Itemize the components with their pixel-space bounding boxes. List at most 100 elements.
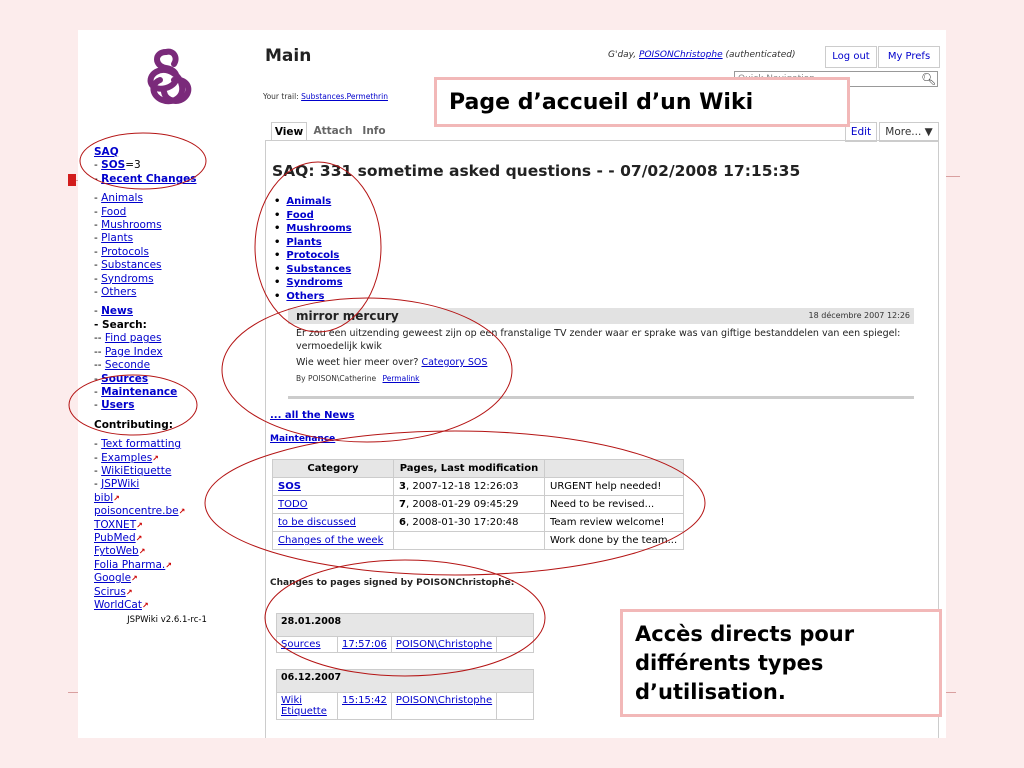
tab-view[interactable]: View: [271, 122, 307, 141]
sidebar-item-food[interactable]: Food: [101, 206, 126, 218]
category-protocols[interactable]: Protocols: [286, 250, 339, 261]
page-count: 7: [399, 499, 406, 510]
table-row: to be discussed 6, 2008-01-30 17:20:48 T…: [272, 513, 684, 532]
column-header: [544, 459, 684, 478]
prefs-button[interactable]: My Prefs: [878, 46, 940, 68]
sidebar-item-google[interactable]: Google: [94, 572, 131, 584]
sidebar-item-maintenance[interactable]: Maintenance: [101, 386, 177, 398]
sidebar-item-syndroms[interactable]: Syndroms: [101, 273, 153, 285]
all-news-link[interactable]: ... all the News: [270, 410, 354, 421]
wiki-logo: [147, 48, 192, 105]
category-food[interactable]: Food: [286, 210, 313, 221]
maintenance-category-link[interactable]: Changes of the week: [278, 535, 383, 546]
category-plants[interactable]: Plants: [286, 237, 321, 248]
news-question: Wie weet hier meer over?: [296, 357, 419, 368]
maintenance-note: Need to be revised...: [544, 495, 684, 514]
change-author-link[interactable]: POISON\Christophe: [396, 639, 492, 650]
permalink[interactable]: Permalink: [382, 374, 419, 383]
change-time-link[interactable]: 15:15:42: [342, 695, 387, 706]
contributing-label: Contributing:: [94, 418, 173, 431]
sidebar-item-toxnet[interactable]: TOXNET: [94, 519, 136, 531]
maintenance-note: URGENT help needed!: [544, 477, 684, 496]
maintenance-link[interactable]: Maintenance: [270, 434, 335, 444]
news-date: 18 décembre 2007 12:26: [808, 311, 910, 320]
saq-heading: SAQ: 331 sometime asked questions - - 07…: [272, 162, 801, 180]
change-author-link[interactable]: POISON\Christophe: [396, 695, 492, 706]
trail-link[interactable]: Substances.Permethrin: [301, 92, 388, 101]
category-list: Animals Food Mushrooms Plants Protocols …: [274, 195, 351, 303]
sidebar-item-folia-pharma[interactable]: Folia Pharma.: [94, 559, 165, 571]
sidebar-item-mushrooms[interactable]: Mushrooms: [101, 219, 161, 231]
category-syndroms[interactable]: Syndroms: [286, 277, 342, 288]
external-link-icon: ↗: [125, 587, 133, 597]
sidebar-item-fytoweb[interactable]: FytoWeb: [94, 545, 139, 557]
sidebar-item-worldcat[interactable]: WorldCat: [94, 599, 142, 611]
table-row: TODO 7, 2008-01-29 09:45:29 Need to be r…: [272, 495, 684, 514]
news-byline: By POISON\Catherine Permalink: [288, 370, 914, 383]
version-label: JSPWiki v2.6.1-rc-1: [127, 615, 207, 626]
trail-label: Your trail:: [263, 92, 299, 101]
sidebar-item-substances[interactable]: Substances: [101, 259, 161, 271]
news-title: mirror mercury: [296, 309, 399, 323]
sidebar-item-users[interactable]: Users: [101, 399, 134, 411]
sidebar-item-plants[interactable]: Plants: [101, 232, 133, 244]
maintenance-category-link[interactable]: to be discussed: [278, 517, 356, 528]
category-others[interactable]: Others: [286, 291, 324, 302]
sidebar-item-poisoncentre[interactable]: poisoncentre.be: [94, 505, 179, 517]
category-substances[interactable]: Substances: [286, 264, 351, 275]
logout-button[interactable]: Log out: [825, 46, 877, 68]
news-item: mirror mercury 18 décembre 2007 12:26 Er…: [288, 308, 914, 383]
changes-table: 28.01.2008 Sources 17:57:06 POISON\Chris…: [275, 613, 535, 720]
sidebar-item-find-pages[interactable]: Find pages: [105, 332, 162, 344]
user-greeting: G'day, POISONChristophe (authenticated): [608, 50, 795, 60]
change-page-link[interactable]: Sources: [281, 639, 321, 650]
sidebar-item-jspwiki[interactable]: JSPWiki: [101, 478, 139, 490]
news-divider: [288, 396, 914, 399]
table-row: Changes of the week Work done by the tea…: [272, 531, 684, 550]
column-header: Category: [272, 459, 394, 478]
external-link-icon: ↗: [113, 493, 120, 503]
sidebar-item-scirus[interactable]: Scirus: [94, 586, 126, 598]
sidebar-item-examples[interactable]: Examples: [101, 452, 152, 464]
maintenance-category-link[interactable]: TODO: [278, 499, 308, 510]
greeting-suffix: (authenticated): [725, 50, 796, 60]
maintenance-category-link[interactable]: SOS: [278, 481, 301, 492]
category-animals[interactable]: Animals: [286, 196, 331, 207]
external-link-icon: ↗: [178, 507, 186, 517]
signed-changes-heading: Changes to pages signed by POISONChristo…: [270, 578, 515, 588]
page-count: 3: [399, 481, 406, 492]
callout-description: Accès directs pour différents types d’ut…: [620, 609, 942, 717]
news-question-line: Wie weet hier meer over? Category SOS: [288, 353, 914, 370]
sidebar-item-sources[interactable]: Sources: [101, 373, 148, 385]
sidebar-item-pubmed[interactable]: PubMed: [94, 532, 136, 544]
tab-info[interactable]: Info: [359, 122, 389, 140]
sidebar-item-seconde[interactable]: Seconde: [105, 359, 150, 371]
change-page-link[interactable]: Wiki Etiquette: [281, 695, 327, 717]
external-link-icon: ↗: [131, 574, 138, 584]
news-header: mirror mercury 18 décembre 2007 12:26: [288, 308, 914, 324]
sidebar-item-others[interactable]: Others: [101, 286, 136, 298]
sidebar-item-news[interactable]: News: [101, 305, 133, 317]
change-time-link[interactable]: 17:57:06: [342, 639, 387, 650]
last-modified: , 2008-01-29 09:45:29: [405, 499, 519, 510]
slide-rule-bottom-left: [68, 692, 78, 693]
sidebar-item-saq[interactable]: SAQ: [94, 146, 119, 158]
maintenance-note: Work done by the team...: [544, 531, 684, 550]
tab-attach[interactable]: Attach: [311, 122, 355, 140]
sidebar-item-sos[interactable]: SOS: [101, 159, 125, 171]
sidebar-item-animals[interactable]: Animals: [101, 192, 143, 204]
slide-rule-bottom-right: [946, 692, 956, 693]
sidebar-item-recent-changes[interactable]: Recent Changes: [101, 173, 196, 185]
more-menu[interactable]: More... ▼: [879, 122, 939, 142]
sidebar-item-bibl[interactable]: bibl: [94, 492, 113, 504]
callout-title: Page d’accueil d’un Wiki: [434, 77, 850, 127]
user-link[interactable]: POISONChristophe: [639, 50, 723, 60]
sidebar-item-page-index[interactable]: Page Index: [105, 346, 163, 358]
sidebar-item-wikietiquette[interactable]: WikiEtiquette: [101, 465, 171, 477]
page-count: 6: [399, 517, 406, 528]
sidebar-item-text-formatting[interactable]: Text formatting: [101, 438, 181, 450]
sidebar-item-protocols[interactable]: Protocols: [101, 246, 149, 258]
search-icon[interactable]: 🔍︎: [921, 72, 936, 86]
news-category-link[interactable]: Category SOS: [421, 357, 487, 368]
category-mushrooms[interactable]: Mushrooms: [286, 223, 351, 234]
